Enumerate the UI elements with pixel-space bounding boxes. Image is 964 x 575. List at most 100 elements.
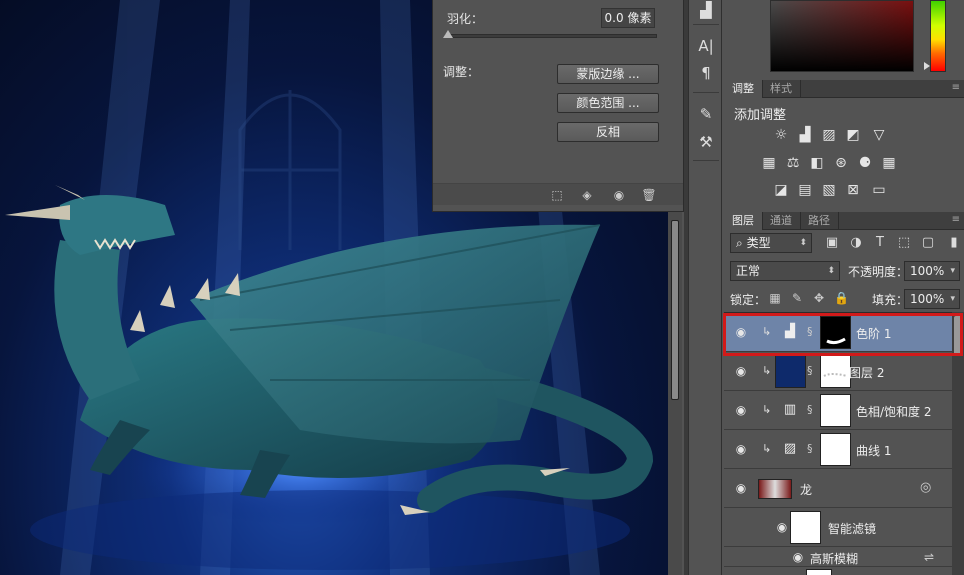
posterize-icon[interactable]: ▤ [796,181,814,199]
eye-icon[interactable]: ◉ [790,551,806,563]
lock-all-icon[interactable]: 🔒 [834,290,849,306]
layer-thumbnail[interactable] [775,355,806,388]
layer-row-levels[interactable]: ◉ ↳ ▟ § 色阶 1 [724,313,952,352]
visibility-icon[interactable]: ◉ [611,187,627,203]
invert-button[interactable]: 反相 [557,122,659,142]
trash-icon[interactable]: 🗑 [641,187,657,203]
layer-filter-select[interactable]: ⌕ 类型 ⬍ [730,233,812,253]
filter-adjustment-icon[interactable]: ◑ [848,235,864,251]
feather-value-input[interactable]: 0.0 像素 [601,8,655,28]
filter-smart-object-icon[interactable]: ▢ [920,235,936,251]
invert-icon[interactable]: ◪ [772,181,790,199]
link-icon[interactable]: § [807,364,817,378]
exposure-icon[interactable]: ◩ [844,126,862,144]
filter-pixel-icon[interactable]: ▣ [824,235,840,251]
strip-divider [693,24,719,25]
eye-icon[interactable]: ◉ [774,521,790,533]
vibrance-icon[interactable]: ▦ [760,154,778,172]
lock-position-icon[interactable]: ✥ [812,290,826,306]
apply-mask-icon[interactable]: ◈ [579,187,595,203]
fill-value: 100% [910,292,945,306]
threshold-icon[interactable]: ▧ [820,181,838,199]
tab-styles[interactable]: 样式 [762,80,801,98]
blend-mode-value: 正常 [736,264,761,278]
adjustments-title: 添加调整 [734,108,787,123]
layer-row-curves[interactable]: ◉ ↳ ▨ § 曲线 1 [724,430,952,469]
right-panel-dock: 调整 样式 ≡ 添加调整 ☼ ▟ ▨ ◩ ▽ ▦ ⚖ ◧ ⊛ ⚈ ▦ ◪ ▤ ▧… [724,0,964,575]
layer-mask-thumbnail[interactable] [820,355,851,388]
lock-pixels-icon[interactable]: ✎ [790,290,804,306]
smart-filter-badge-icon[interactable]: ◎ [920,480,931,495]
opacity-value: 100% [910,264,945,278]
layer-name: 龙 [800,483,813,497]
scroll-thumb[interactable] [954,316,962,356]
color-field[interactable] [770,0,914,72]
eye-icon[interactable]: ◉ [733,365,749,377]
layer-name: 图层 2 [849,366,885,380]
character-icon[interactable]: A| [696,36,716,56]
layer-mask-thumbnail[interactable] [820,316,851,349]
link-icon[interactable]: § [807,403,817,417]
brushes-icon[interactable]: ✎ [696,104,716,124]
tab-adjustments[interactable]: 调整 [724,80,763,98]
tab-layers[interactable]: 图层 [724,212,763,230]
paragraph-icon[interactable]: ¶ [696,63,716,83]
layer-mask-thumbnail[interactable] [820,394,851,427]
layers-scrollbar[interactable] [952,312,964,575]
filter-type-icon[interactable]: T [872,235,888,251]
chevron-down-icon: ▾ [950,294,955,304]
gradient-map-icon[interactable]: ▽ [870,126,888,144]
eye-icon[interactable]: ◉ [733,443,749,455]
scroll-thumb[interactable] [671,220,679,400]
link-icon[interactable]: § [807,325,817,339]
opacity-input[interactable]: 100% ▾ [904,261,960,281]
layer-row-dragon[interactable]: ◉ 龙 ◎ [724,469,952,508]
color-lookup-icon[interactable]: ▦ [880,154,898,172]
balance-icon[interactable]: ⚖ [784,154,802,172]
layer-thumbnail[interactable] [806,569,832,575]
filter-mask-thumbnail[interactable] [790,511,821,544]
channel-mixer-icon[interactable]: ⚈ [856,154,874,172]
eye-icon[interactable]: ◉ [733,326,749,338]
color-range-button[interactable]: 颜色范围 ... [557,93,659,113]
tab-paths[interactable]: 路径 [800,212,839,230]
levels-icon[interactable]: ▟ [696,0,716,20]
black-white-icon[interactable]: ◧ [808,154,826,172]
layer-row-gaussian-blur[interactable]: ◉ 高斯模糊 ⇌ [724,547,952,567]
photo-filter-icon[interactable]: ⊛ [832,154,850,172]
link-icon[interactable]: § [807,442,817,456]
filter-options-icon[interactable]: ⇌ [924,550,934,564]
canvas-vertical-scrollbar[interactable] [668,210,682,575]
panel-menu-icon[interactable]: ≡ [952,82,960,93]
mask-edge-button[interactable]: 蒙版边缘 ... [557,64,659,84]
filter-shape-icon[interactable]: ⬚ [896,235,912,251]
tab-channels[interactable]: 通道 [762,212,801,230]
layers-tabbar: 图层 通道 路径 ≡ [724,212,964,230]
layer-row-layer2[interactable]: ◉ ↳ § 图层 2 [724,352,952,391]
smart-object-thumbnail[interactable] [758,479,792,499]
brightness-icon[interactable]: ☼ [772,126,790,144]
levels-icon[interactable]: ▟ [796,126,814,144]
layer-mask-thumbnail[interactable] [820,433,851,466]
layer-name: 色阶 1 [856,327,892,341]
color-ramp[interactable] [930,0,946,72]
tool-presets-icon[interactable]: ⚒ [696,132,716,152]
eye-icon[interactable]: ◉ [733,482,749,494]
adjustments-tabbar: 调整 样式 ≡ [724,80,964,98]
feather-slider-knob[interactable] [443,30,453,38]
filter-toggle-icon[interactable]: ▮ [946,235,962,251]
color-ramp-marker[interactable] [924,62,930,70]
lock-transparent-icon[interactable]: ▦ [768,290,782,306]
curves-icon[interactable]: ▨ [820,126,838,144]
layer-filter-value: 类型 [746,236,771,250]
blend-mode-select[interactable]: 正常 ⬍ [730,261,840,281]
fill-input[interactable]: 100% ▾ [904,289,960,309]
layer-row-hue-saturation[interactable]: ◉ ↳ ▥ § 色相/饱和度 2 [724,391,952,430]
gradient-icon[interactable]: ▭ [870,181,888,199]
selective-color-icon[interactable]: ⊠ [844,181,862,199]
feather-slider[interactable] [445,34,657,38]
selection-icon[interactable]: ⬚ [549,187,565,203]
eye-icon[interactable]: ◉ [733,404,749,416]
panel-menu-icon[interactable]: ≡ [952,214,960,225]
layer-row-smart-filters[interactable]: ◉ 智能滤镜 [724,508,952,547]
